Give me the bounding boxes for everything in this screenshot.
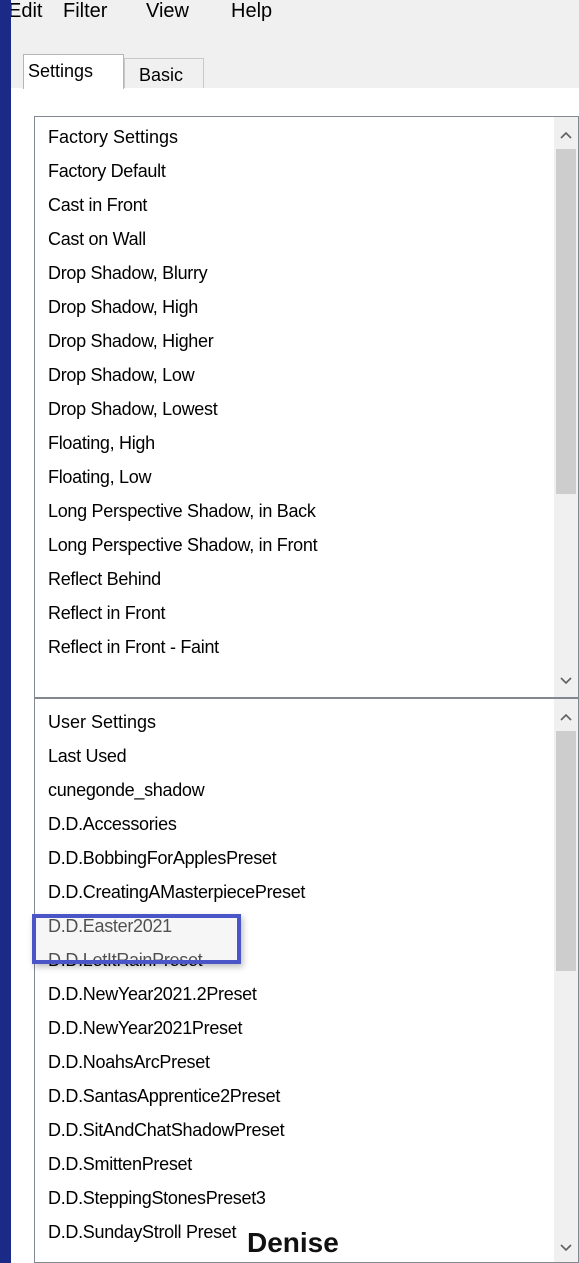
window-frame [0, 0, 11, 1263]
list-item[interactable]: D.D.SmittenPreset [48, 1152, 192, 1176]
menu-bar: Edit Filter View Help [11, 0, 579, 40]
scroll-thumb[interactable] [556, 149, 576, 494]
factory-scrollbar[interactable] [554, 117, 578, 697]
signature-watermark: Denise [247, 1227, 339, 1258]
list-item[interactable]: Long Perspective Shadow, in Back [48, 499, 316, 523]
chevron-down-icon[interactable] [554, 669, 578, 693]
list-item[interactable]: Last Used [48, 744, 127, 768]
list-item[interactable]: D.D.SantasApprentice2Preset [48, 1084, 280, 1108]
list-header-factory: Factory Settings [48, 127, 179, 147]
tab-settings[interactable]: Settings [23, 54, 124, 89]
list-item[interactable]: Floating, High [48, 431, 155, 455]
list-item[interactable]: Factory Default [48, 159, 166, 183]
list-item[interactable]: Drop Shadow, Low [48, 363, 195, 387]
factory-settings-list[interactable]: Factory Settings Factory Default Cast in… [34, 116, 579, 698]
scroll-thumb[interactable] [556, 731, 576, 971]
menu-edit[interactable]: Edit [11, 0, 42, 29]
list-item[interactable]: D.D.BobbingForApplesPreset [48, 846, 277, 870]
list-item[interactable]: D.D.CreatingAMasterpiecePreset [48, 880, 305, 904]
list-item[interactable]: Cast in Front [48, 193, 147, 217]
list-item[interactable]: D.D.NoahsArcPreset [48, 1050, 210, 1074]
list-item[interactable]: D.D.SteppingStonesPreset3 [48, 1186, 266, 1210]
list-item[interactable]: Drop Shadow, Higher [48, 329, 214, 353]
list-item[interactable]: D.D.SundayStroll Preset [48, 1220, 236, 1244]
chevron-up-icon[interactable] [554, 123, 578, 147]
menu-view[interactable]: View [146, 0, 189, 29]
chevron-up-icon[interactable] [554, 705, 578, 729]
list-item[interactable]: Long Perspective Shadow, in Front [48, 533, 318, 557]
menu-help[interactable]: Help [231, 0, 272, 29]
list-item[interactable]: Drop Shadow, Blurry [48, 261, 208, 285]
list-item[interactable]: Reflect Behind [48, 567, 161, 591]
user-settings-list[interactable]: User Settings Last Used cunegonde_shadow… [34, 698, 579, 1263]
settings-panel: Factory Settings Factory Default Cast in… [11, 88, 579, 1263]
menu-filter[interactable]: Filter [63, 0, 107, 29]
list-item[interactable]: Cast on Wall [48, 227, 146, 251]
list-item[interactable]: Floating, Low [48, 465, 151, 489]
list-item[interactable]: Drop Shadow, High [48, 295, 198, 319]
list-item[interactable]: D.D.Accessories [48, 812, 177, 836]
list-header-user: User Settings [48, 712, 157, 732]
tab-basic[interactable]: Basic [124, 58, 204, 88]
user-scrollbar[interactable] [554, 699, 578, 1262]
list-item[interactable]: Reflect in Front - Faint [48, 635, 219, 659]
list-item[interactable]: D.D.NewYear2021.2Preset [48, 982, 257, 1006]
list-item[interactable]: Reflect in Front [48, 601, 166, 625]
selection-highlight [32, 914, 241, 964]
list-item[interactable]: D.D.NewYear2021Preset [48, 1016, 242, 1040]
list-item[interactable]: Drop Shadow, Lowest [48, 397, 218, 421]
list-item[interactable]: cunegonde_shadow [48, 778, 205, 802]
list-item[interactable]: D.D.SitAndChatShadowPreset [48, 1118, 285, 1142]
chevron-down-icon[interactable] [554, 1236, 578, 1260]
tab-strip: Settings Basic [11, 40, 579, 89]
